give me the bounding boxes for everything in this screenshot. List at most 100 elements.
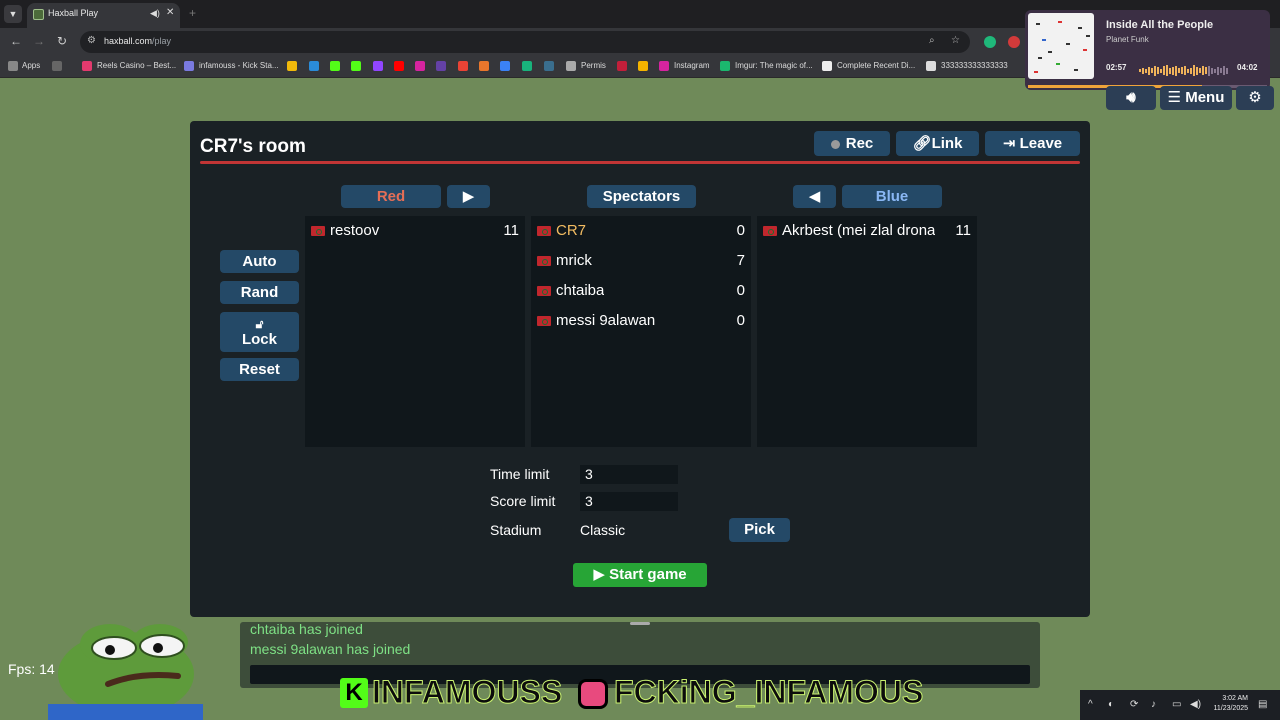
bookmark-icon[interactable] bbox=[500, 61, 510, 71]
bookmark-icon[interactable] bbox=[436, 61, 446, 71]
headset-icon[interactable]: ◐ bbox=[1108, 699, 1114, 710]
bookmark-icon[interactable] bbox=[522, 61, 532, 71]
lock-button[interactable]: 🔓︎ Lock bbox=[220, 312, 299, 352]
tab-search-button[interactable]: ▼ bbox=[4, 5, 22, 23]
room-dialog: CR7's room Rec 🔗︎Link ⇥ Leave Red ▶ Spec… bbox=[190, 121, 1090, 617]
clock[interactable]: 3:02 AM 11/23/2025 bbox=[1210, 694, 1248, 714]
waveform-bar bbox=[1151, 68, 1153, 74]
bookmark-permis[interactable]: Permis bbox=[581, 61, 606, 70]
twitch-icon[interactable] bbox=[373, 61, 383, 71]
zoom-icon[interactable]: ⌕ bbox=[929, 35, 935, 46]
bookmark-apps[interactable]: Apps bbox=[22, 61, 40, 70]
player-score: 0 bbox=[736, 312, 745, 329]
rand-button[interactable]: Rand bbox=[220, 281, 299, 304]
leave-button[interactable]: ⇥ Leave bbox=[985, 131, 1080, 156]
instagram-icon[interactable] bbox=[415, 61, 425, 71]
extension-icon[interactable] bbox=[984, 36, 996, 48]
bookmark-instagram[interactable]: Instagram bbox=[674, 61, 710, 70]
close-tab-icon[interactable]: ✕ bbox=[166, 7, 174, 18]
auto-button[interactable]: Auto bbox=[220, 250, 299, 273]
bookmark-333[interactable]: 333333333333333 bbox=[941, 61, 1008, 70]
kick-icon[interactable] bbox=[330, 61, 340, 71]
waveform-bar bbox=[1178, 68, 1180, 74]
start-game-button[interactable]: ▶ Start game bbox=[573, 563, 707, 587]
binance-icon[interactable] bbox=[287, 61, 297, 71]
bookmark-icon[interactable] bbox=[617, 61, 627, 71]
menu-button[interactable]: ☰ Menu bbox=[1160, 86, 1232, 110]
spectators-button[interactable]: Spectators bbox=[587, 185, 696, 208]
bookmark-imgur[interactable]: Imgur: The magic of... bbox=[735, 61, 813, 70]
bookmark-star-icon[interactable]: ☆ bbox=[951, 35, 960, 46]
score-limit-select[interactable]: 3 bbox=[580, 492, 678, 511]
kick-logo-icon: K bbox=[340, 678, 368, 708]
pick-stadium-button[interactable]: Pick bbox=[729, 518, 790, 542]
settings-button[interactable]: ⚙ bbox=[1236, 86, 1274, 110]
gmail-icon[interactable] bbox=[458, 61, 468, 71]
waveform-bar bbox=[1226, 67, 1228, 74]
player-name: messi 9alawan bbox=[556, 312, 656, 329]
hamburger-icon: ☰ bbox=[1167, 89, 1182, 106]
player-score: 0 bbox=[736, 282, 745, 299]
morocco-flag-icon bbox=[537, 226, 551, 236]
tab-haxball[interactable]: Haxball Play ◀) ✕ bbox=[27, 3, 180, 28]
volume-icon[interactable]: ◀) bbox=[1190, 699, 1201, 710]
bookmark-reels[interactable]: Reels Casino – Best... bbox=[97, 61, 176, 70]
bookmark-icon[interactable] bbox=[479, 61, 489, 71]
list-item[interactable]: restoov 11 bbox=[311, 220, 519, 242]
reload-icon[interactable]: ↻ bbox=[57, 34, 67, 48]
analytics-icon[interactable] bbox=[638, 61, 648, 71]
list-item[interactable]: CR7 0 bbox=[537, 220, 745, 242]
stadium-label: Stadium bbox=[490, 522, 542, 538]
spectators-list[interactable]: CR7 0 mrick 7 chtaiba 0 messi 9alawan 0 bbox=[531, 216, 751, 447]
chat-message: chtaiba has joined bbox=[250, 622, 363, 637]
waveform-bar bbox=[1187, 68, 1189, 73]
system-tray: ^ ◐ ⟳ ♪ ▭ ◀) 3:02 AM 11/23/2025 ▤ bbox=[1080, 690, 1280, 720]
sound-button[interactable]: 🔊︎ bbox=[1106, 86, 1156, 110]
bookmark-icon[interactable] bbox=[544, 61, 554, 71]
bookmark-icon[interactable] bbox=[309, 61, 319, 71]
play-left-icon: ◀ bbox=[808, 188, 821, 205]
new-tab-icon[interactable]: + bbox=[189, 6, 196, 20]
speaker-icon[interactable]: ◀) bbox=[150, 8, 160, 19]
grid-icon[interactable] bbox=[52, 61, 62, 71]
waveform[interactable] bbox=[1139, 62, 1229, 77]
back-icon[interactable]: ← bbox=[10, 34, 22, 48]
waveform-bar bbox=[1202, 66, 1204, 76]
microphone-icon[interactable]: ♪ bbox=[1151, 699, 1156, 710]
youtube-icon[interactable] bbox=[394, 61, 404, 71]
blue-team-button[interactable]: Blue bbox=[842, 185, 942, 208]
time-limit-select[interactable]: 3 bbox=[580, 465, 678, 484]
leave-icon: ⇥ bbox=[1002, 135, 1020, 152]
rec-button[interactable]: Rec bbox=[814, 131, 890, 156]
kick-icon[interactable] bbox=[351, 61, 361, 71]
reset-button[interactable]: Reset bbox=[220, 358, 299, 381]
media-player-popup[interactable]: Inside All the People Planet Funk 02:57 … bbox=[1025, 10, 1270, 90]
waveform-bar bbox=[1166, 65, 1168, 77]
morocco-flag-icon bbox=[537, 316, 551, 326]
player-name: Akrbest (mei zlal drona bbox=[782, 222, 936, 239]
move-left-button[interactable]: ◀ bbox=[793, 185, 836, 208]
chevron-up-icon[interactable]: ^ bbox=[1088, 699, 1093, 710]
blue-team-list[interactable]: Akrbest (mei zlal drona 11 bbox=[757, 216, 977, 447]
forward-icon[interactable]: → bbox=[33, 34, 45, 48]
red-team-button[interactable]: Red bbox=[341, 185, 441, 208]
extension-icon[interactable] bbox=[1008, 36, 1020, 48]
list-item[interactable]: Akrbest (mei zlal drona 11 bbox=[763, 220, 971, 242]
kick-username: INFAMOUSS bbox=[371, 674, 563, 711]
waveform-bar bbox=[1142, 67, 1144, 74]
link-button[interactable]: 🔗︎Link bbox=[896, 131, 979, 156]
list-item[interactable]: mrick 7 bbox=[537, 250, 745, 272]
tab-title: Haxball Play bbox=[48, 8, 99, 18]
notification-icon[interactable]: ▤ bbox=[1258, 699, 1267, 710]
site-info-icon[interactable]: ⚙ bbox=[87, 35, 96, 46]
bookmark-complete-recent[interactable]: Complete Recent Di... bbox=[837, 61, 915, 70]
move-to-spectators-button[interactable]: ▶ bbox=[447, 185, 490, 208]
address-bar[interactable]: ⚙ haxball.com/play ⌕ ☆ bbox=[80, 31, 970, 53]
list-item[interactable]: messi 9alawan 0 bbox=[537, 310, 745, 332]
red-team-list[interactable]: restoov 11 bbox=[305, 216, 525, 447]
network-icon[interactable]: ▭ bbox=[1172, 699, 1181, 710]
list-item[interactable]: chtaiba 0 bbox=[537, 280, 745, 302]
chat-resize-handle[interactable] bbox=[630, 622, 650, 625]
bookmark-infamouss[interactable]: infamouss - Kick Sta... bbox=[199, 61, 279, 70]
sync-icon[interactable]: ⟳ bbox=[1130, 699, 1138, 710]
